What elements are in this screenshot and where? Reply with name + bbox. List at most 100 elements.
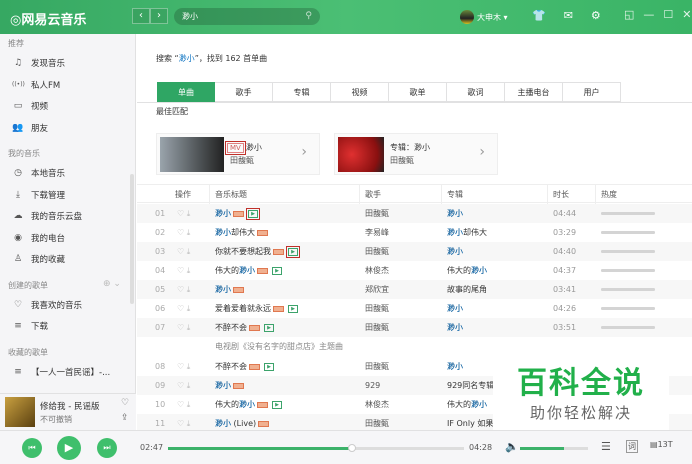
back-button[interactable]: ‹: [132, 8, 150, 24]
heart-icon[interactable]: ♡: [177, 323, 184, 332]
heart-icon[interactable]: ♡: [121, 398, 129, 408]
song-title[interactable]: 爱着爱着就永远: [215, 304, 271, 313]
album-cover[interactable]: [5, 397, 35, 427]
col-heat[interactable]: 热度: [601, 189, 617, 200]
tab[interactable]: 歌手: [215, 82, 273, 102]
tab[interactable]: 视频: [331, 82, 389, 102]
search-input[interactable]: 渺小 ⚲: [174, 8, 320, 25]
singer[interactable]: 郑欣宜: [365, 280, 389, 299]
best-match-album-card[interactable]: 专辑：渺小 田馥甄 ›: [334, 133, 498, 175]
table-row[interactable]: 03 ♡ ⤓ 你就不要想起我 ▶ 田馥甄 渺小 渺小 04:40: [137, 242, 692, 261]
chevron-right-icon[interactable]: ›: [301, 144, 307, 160]
song-title[interactable]: 渺小: [215, 209, 231, 218]
sidebar-item[interactable]: ♙ 我的收藏: [12, 253, 65, 265]
download-icon[interactable]: ⤓: [187, 209, 191, 218]
mini-mode-icon[interactable]: ◱: [624, 8, 634, 21]
queue-count[interactable]: ▤13T: [650, 440, 673, 449]
download-icon[interactable]: ⤓: [187, 247, 191, 256]
chevron-right-icon[interactable]: ›: [479, 144, 485, 160]
album[interactable]: 渺小却伟大: [447, 228, 487, 237]
tab[interactable]: 主播电台: [505, 82, 563, 102]
next-icon[interactable]: ⏭: [97, 438, 117, 458]
song-title[interactable]: 渺小: [215, 381, 231, 390]
heart-icon[interactable]: ♡: [177, 285, 184, 294]
volume-slider[interactable]: [520, 447, 588, 450]
sidebar-item[interactable]: ▭ 视频: [12, 100, 48, 112]
album[interactable]: IF Only 如果: [447, 419, 493, 428]
skin-icon[interactable]: 👕: [532, 9, 546, 22]
song-title[interactable]: 不醉不会: [215, 323, 247, 332]
sidebar-item[interactable]: ♫ 发现音乐: [12, 57, 65, 69]
sidebar-item[interactable]: ☁ 我的音乐云盘: [12, 210, 83, 222]
album[interactable]: 伟大的渺小: [447, 400, 487, 409]
song-title[interactable]: 渺小: [215, 285, 231, 294]
share-icon[interactable]: ⇪: [121, 413, 129, 423]
song-title[interactable]: 渺小 (Live): [215, 419, 256, 428]
tab[interactable]: 用户: [563, 82, 621, 102]
album[interactable]: 渺小: [447, 247, 463, 256]
heart-icon[interactable]: ♡: [177, 209, 184, 218]
col-duration[interactable]: 时长: [553, 189, 569, 200]
download-icon[interactable]: ⤓: [187, 228, 191, 237]
tab[interactable]: 歌单: [389, 82, 447, 102]
song-title[interactable]: 伟大的渺小: [215, 400, 255, 409]
song-title[interactable]: 不醉不会: [215, 362, 247, 371]
singer[interactable]: 田馥甄: [365, 242, 389, 261]
heart-icon[interactable]: ♡: [177, 400, 184, 409]
download-icon[interactable]: ⤓: [187, 266, 191, 275]
singer[interactable]: 林俊杰: [365, 261, 389, 280]
col-singer[interactable]: 歌手: [365, 189, 381, 200]
table-row[interactable]: 05 ♡ ⤓ 渺小 渺小 郑欣宜 故事的尾角 03:41: [137, 280, 692, 299]
heart-icon[interactable]: ♡: [177, 304, 184, 313]
add-playlist-icon[interactable]: ⊕ ⌄: [103, 279, 121, 289]
heart-icon[interactable]: ♡: [177, 419, 184, 428]
volume-icon[interactable]: 🔈: [505, 440, 519, 453]
sidebar-scrollbar[interactable]: [130, 174, 134, 304]
gear-icon[interactable]: ⚙: [591, 9, 601, 22]
download-icon[interactable]: ⤓: [187, 362, 191, 371]
mv-icon[interactable]: ▶: [264, 362, 274, 371]
sidebar-item[interactable]: ◷ 本地音乐: [12, 167, 65, 179]
previous-icon[interactable]: ⏮: [22, 438, 42, 458]
download-icon[interactable]: ⤓: [187, 419, 191, 428]
best-match-mv-card[interactable]: MV 渺小 田馥甄 ›: [156, 133, 320, 175]
mv-icon[interactable]: ▶: [246, 207, 260, 220]
sidebar-item[interactable]: ♡ 我喜欢的音乐: [12, 299, 82, 311]
singer[interactable]: 田馥甄: [365, 299, 389, 318]
lyrics-button[interactable]: 词: [626, 440, 638, 453]
download-icon[interactable]: ⤓: [187, 323, 191, 332]
mv-icon[interactable]: ▶: [272, 400, 282, 409]
user-menu[interactable]: 大申木 ▾: [460, 10, 508, 24]
album[interactable]: 伟大的渺小: [447, 266, 487, 275]
table-row[interactable]: 07 ♡ ⤓ 不醉不会 ▶ 田馥甄 渺小 渺小 03:51: [137, 318, 692, 337]
album[interactable]: 故事的尾角: [447, 285, 487, 294]
album[interactable]: 渺小: [447, 323, 463, 332]
sidebar-item[interactable]: ((•)) 私人FM: [12, 79, 60, 91]
singer[interactable]: 李易峰: [365, 223, 389, 242]
singer[interactable]: 田馥甄: [365, 357, 389, 376]
download-icon[interactable]: ⤓: [187, 285, 191, 294]
download-icon[interactable]: ⤓: [187, 400, 191, 409]
album[interactable]: 渺小: [447, 209, 463, 218]
mv-icon[interactable]: ▶: [286, 245, 300, 258]
play-icon[interactable]: ▶: [57, 436, 81, 460]
song-title[interactable]: 渺小却伟大: [215, 228, 255, 237]
table-row[interactable]: 06 ♡ ⤓ 爱着爱着就永远 ▶ 田馥甄 渺小 渺小 04:26: [137, 299, 692, 318]
sidebar-item[interactable]: ⤓ 下载管理: [12, 189, 65, 201]
heart-icon[interactable]: ♡: [177, 362, 184, 371]
table-row[interactable]: 04 ♡ ⤓ 伟大的渺小伟大的渺小▶ 林俊杰 伟大的渺小伟大的渺小 04:37: [137, 261, 692, 280]
close-icon[interactable]: ✕: [682, 8, 691, 21]
singer[interactable]: 田馥甄: [365, 204, 389, 223]
song-title[interactable]: 伟大的渺小: [215, 266, 255, 275]
singer[interactable]: 929: [365, 376, 380, 395]
mv-icon[interactable]: ▶: [272, 266, 282, 275]
search-icon[interactable]: ⚲: [305, 8, 312, 25]
tab[interactable]: 单曲: [157, 82, 215, 102]
song-title[interactable]: 你就不要想起我: [215, 247, 271, 256]
now-playing[interactable]: 修给我 - 民谣版 不可撤销 ♡ ⇪: [0, 393, 136, 430]
app-logo[interactable]: ◎网易云音乐: [10, 9, 86, 28]
tab[interactable]: 歌词: [447, 82, 505, 102]
sidebar-item[interactable]: 👥 朋友: [12, 122, 48, 134]
progress-handle[interactable]: [347, 444, 356, 452]
heart-icon[interactable]: ♡: [177, 247, 184, 256]
